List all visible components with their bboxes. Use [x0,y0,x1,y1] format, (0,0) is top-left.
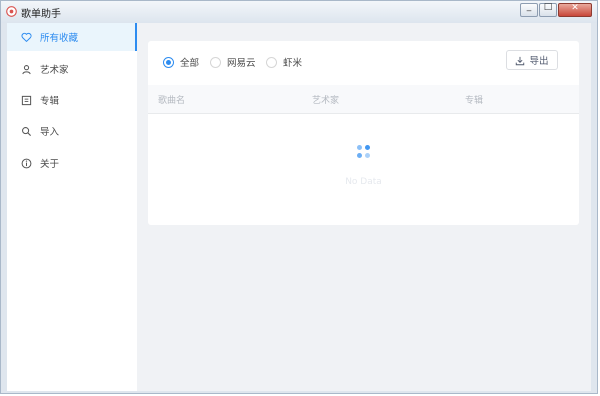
sidebar-item-import[interactable]: 导入 [7,117,137,145]
sidebar-item-albums[interactable]: 专辑 [7,86,137,114]
title-bar[interactable]: 歌单助手 _ □ ✕ [1,1,597,23]
sidebar-item-label: 艺术家 [40,65,69,76]
loading-spinner-icon [357,145,371,159]
column-header-song: 歌曲名 [158,96,186,106]
radio-circle [266,56,277,68]
close-button[interactable]: ✕ [558,3,592,17]
album-icon [20,94,32,106]
radio-circle [163,56,174,68]
filter-radio-netease[interactable]: 网易云 [210,55,256,69]
window-title: 歌单助手 [21,9,61,20]
sidebar-item-label: 专辑 [40,96,60,107]
radio-label: 虾米 [283,58,303,69]
sidebar-item-label: 导入 [40,127,60,138]
filter-radio-all[interactable]: 全部 [163,55,199,69]
radio-label: 全部 [180,58,200,69]
radio-circle [210,56,221,68]
minimize-icon: _ [526,2,532,12]
filter-radio-xiami[interactable]: 虾米 [266,55,302,69]
favorites-card: 全部 网易云 虾米 导出 歌曲名 艺术家 专辑 No Data [148,41,579,225]
close-icon: ✕ [571,3,579,13]
window-controls: _ □ ✕ [520,2,592,19]
heart-icon [20,31,32,43]
export-button[interactable]: 导出 [506,50,558,70]
column-header-artist: 艺术家 [312,96,340,106]
empty-state-text: No Data [345,177,382,187]
sidebar-item-label: 所有收藏 [40,33,79,44]
maximize-button[interactable]: □ [539,2,557,17]
maximize-icon: □ [543,2,553,12]
info-icon [20,157,32,169]
sidebar: 所有收藏 艺术家 专辑 导入 关于 [7,23,137,391]
person-icon [20,63,32,75]
active-indicator [135,23,137,51]
sidebar-item-artists[interactable]: 艺术家 [7,55,137,83]
search-icon [20,125,32,137]
table-header: 歌曲名 艺术家 专辑 [148,85,579,114]
app-window: 歌单助手 _ □ ✕ 所有收藏 艺术家 专辑 导入 关于 全部 网易云 虾米 导… [0,0,598,394]
minimize-button[interactable]: _ [520,2,538,17]
sidebar-item-about[interactable]: 关于 [7,149,137,177]
column-header-album: 专辑 [465,96,484,106]
radio-label: 网易云 [227,58,256,69]
download-icon [515,51,525,70]
export-label: 导出 [529,56,549,67]
sidebar-item-favorites[interactable]: 所有收藏 [7,23,137,51]
sidebar-item-label: 关于 [40,159,60,170]
app-logo-icon [6,6,17,17]
client-area: 所有收藏 艺术家 专辑 导入 关于 全部 网易云 虾米 导出 歌曲名 艺术家 专… [7,23,591,391]
